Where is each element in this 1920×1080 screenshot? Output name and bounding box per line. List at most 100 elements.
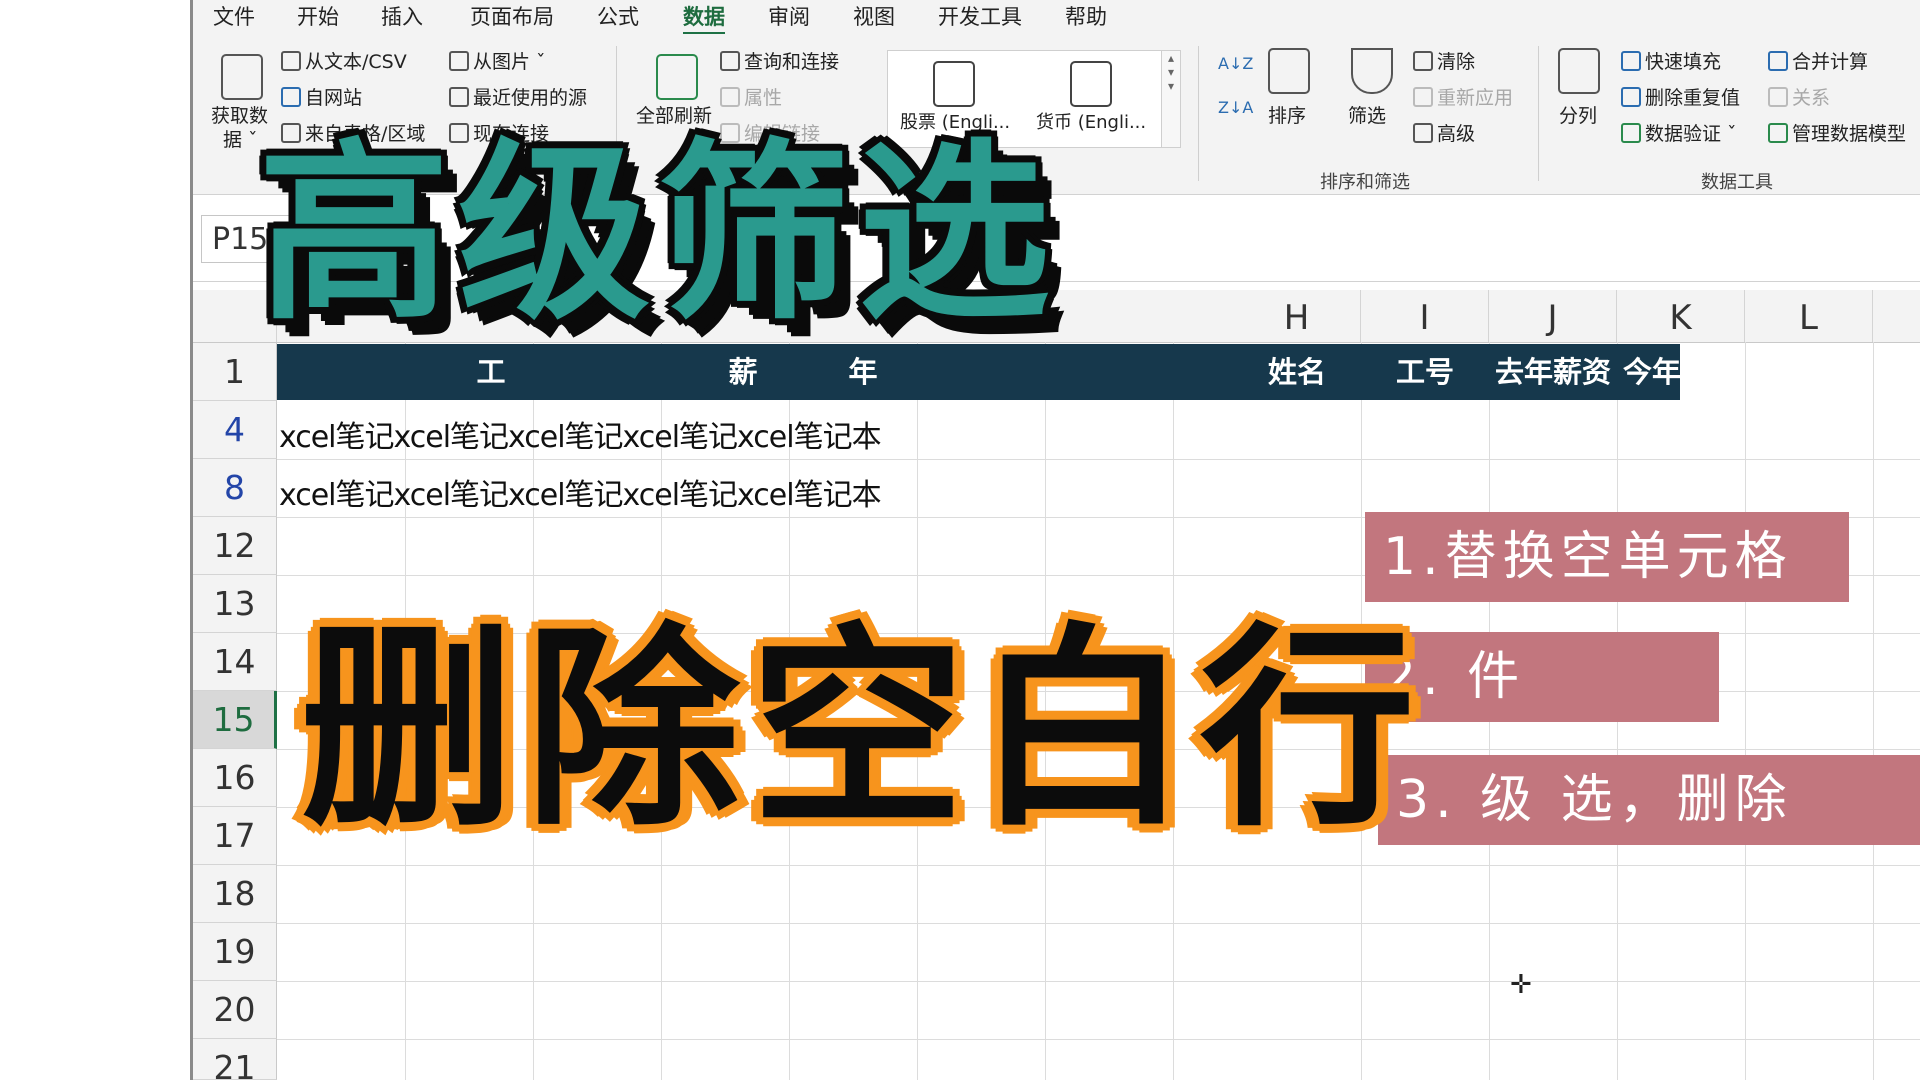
- queries-label: 查询和连接: [744, 51, 840, 73]
- reapply-icon: [1413, 87, 1433, 107]
- grid-line: [1745, 342, 1746, 1080]
- bank-icon: [933, 61, 975, 107]
- data-validation-button[interactable]: 数据验证 ˇ: [1621, 122, 1737, 146]
- row-header-12[interactable]: 12: [193, 517, 277, 575]
- gallery-scroll-icon[interactable]: ▴ ▾ ▾: [1161, 50, 1181, 148]
- flash-fill-label: 快速填充: [1645, 51, 1722, 73]
- manage-data-model-button[interactable]: 管理数据模型: [1768, 122, 1906, 146]
- remove-duplicates-icon: [1621, 87, 1641, 107]
- tab-formulas[interactable]: 公式: [597, 2, 639, 34]
- picture-icon: [449, 51, 469, 71]
- ribbon-tabs: 文件 开始 插入 页面布局 公式 数据 审阅 视图 开发工具 帮助: [193, 0, 1920, 36]
- header-cell-id[interactable]: 工号: [1361, 344, 1489, 400]
- sort-button[interactable]: 排序: [1268, 104, 1306, 128]
- consolidate-label: 合并计算: [1792, 51, 1869, 73]
- row-header-13[interactable]: 13: [193, 575, 277, 633]
- tab-home[interactable]: 开始: [297, 2, 339, 34]
- tab-view[interactable]: 视图: [853, 2, 895, 34]
- advanced-filter-button[interactable]: 高级: [1413, 122, 1475, 146]
- row-header-21[interactable]: 21: [193, 1039, 277, 1080]
- ribbon-separator: [1538, 46, 1539, 181]
- column-header-k[interactable]: K: [1617, 290, 1745, 342]
- tab-file[interactable]: 文件: [213, 2, 255, 34]
- data-validation-label: 数据验证 ˇ: [1645, 123, 1737, 145]
- sort-ascending-button[interactable]: A↓Z: [1218, 52, 1253, 76]
- sort-filter-group-label: 排序和筛选: [1320, 172, 1410, 193]
- from-picture-button[interactable]: 从图片 ˇ: [449, 50, 546, 74]
- grid-line: [1873, 342, 1874, 1080]
- row-header-8[interactable]: 8: [193, 459, 277, 517]
- recent-sources-button[interactable]: 最近使用的源: [449, 86, 587, 110]
- relationships-button[interactable]: 关系: [1768, 86, 1830, 110]
- header-cell-this-year-salary[interactable]: 今年薪资: [1617, 344, 1745, 400]
- text-to-columns-button[interactable]: 分列: [1559, 104, 1597, 128]
- row-header-4[interactable]: 4: [193, 401, 277, 459]
- relationships-icon: [1768, 87, 1788, 107]
- tab-help[interactable]: 帮助: [1065, 2, 1107, 34]
- step-badge-3: 3. 级 选，删除: [1378, 755, 1920, 845]
- remove-duplicates-button[interactable]: 删除重复值: [1621, 86, 1740, 110]
- manage-data-model-label: 管理数据模型: [1792, 123, 1907, 145]
- row-header-19[interactable]: 19: [193, 923, 277, 981]
- sort-descending-button[interactable]: Z↓A: [1218, 96, 1253, 120]
- row-header-14[interactable]: 14: [193, 633, 277, 691]
- relationships-label: 关系: [1792, 87, 1831, 109]
- tab-data[interactable]: 数据: [683, 2, 725, 36]
- header-cell-name[interactable]: 姓名: [1233, 344, 1361, 400]
- database-icon: [221, 54, 263, 100]
- row-header-18[interactable]: 18: [193, 865, 277, 923]
- advanced-filter-icon: [1413, 123, 1433, 143]
- recent-sources-label: 最近使用的源: [473, 87, 588, 109]
- row-header-1[interactable]: 1: [193, 343, 277, 401]
- filter-icon: [1351, 48, 1393, 94]
- background-margin: [0, 0, 190, 1080]
- row-8-text[interactable]: xcel笔记xcel笔记xcel笔记xcel笔记xcel笔记本: [279, 470, 882, 514]
- consolidate-icon: [1768, 51, 1788, 71]
- header-cell-last-year-salary[interactable]: 去年薪资: [1489, 344, 1617, 400]
- column-header-l[interactable]: L: [1745, 290, 1873, 342]
- filter-button[interactable]: 筛选: [1348, 104, 1386, 128]
- grid-line: [277, 865, 1920, 866]
- header-cell-partial[interactable]: 工: [461, 344, 521, 400]
- get-data-dropdown[interactable]: 据 ˇ: [223, 128, 258, 152]
- clear-label: 清除: [1437, 51, 1476, 73]
- row-header-16[interactable]: 16: [193, 749, 277, 807]
- data-validation-icon: [1621, 123, 1641, 143]
- ribbon-separator: [1198, 46, 1199, 181]
- tab-page-layout[interactable]: 页面布局: [470, 2, 554, 34]
- column-header-h[interactable]: H: [1233, 290, 1361, 342]
- recent-file-icon: [449, 87, 469, 107]
- tab-insert[interactable]: 插入: [381, 2, 423, 34]
- tab-review[interactable]: 审阅: [768, 2, 810, 34]
- clear-button[interactable]: 清除: [1413, 50, 1475, 74]
- reapply-button[interactable]: 重新应用: [1413, 86, 1513, 110]
- clear-filter-icon: [1413, 51, 1433, 71]
- text-file-icon: [281, 51, 301, 71]
- grid-line: [277, 1039, 1920, 1040]
- header-cell-partial[interactable]: 年: [833, 344, 893, 400]
- overlay-title-advanced-filter: 高级筛选: [258, 123, 1058, 346]
- properties-icon: [720, 87, 740, 107]
- grid-line: [277, 459, 1920, 460]
- column-header-j[interactable]: J: [1489, 290, 1617, 342]
- consolidate-button[interactable]: 合并计算: [1768, 50, 1868, 74]
- from-text-csv-button[interactable]: 从文本/CSV: [281, 50, 407, 74]
- row-header-17[interactable]: 17: [193, 807, 277, 865]
- row-4-text[interactable]: xcel笔记xcel笔记xcel笔记xcel笔记xcel笔记本: [279, 412, 882, 456]
- column-header-m[interactable]: M: [1873, 290, 1920, 342]
- row-header-20[interactable]: 20: [193, 981, 277, 1039]
- queries-icon: [720, 51, 740, 71]
- flash-fill-button[interactable]: 快速填充: [1621, 50, 1721, 74]
- column-header-i[interactable]: I: [1361, 290, 1489, 342]
- properties-button[interactable]: 属性: [720, 86, 782, 110]
- flash-fill-icon: [1621, 51, 1641, 71]
- from-picture-label: 从图片 ˇ: [473, 51, 546, 73]
- remove-duplicates-label: 删除重复值: [1645, 87, 1741, 109]
- tab-developer[interactable]: 开发工具: [938, 2, 1022, 34]
- sort-icon: [1268, 48, 1310, 94]
- header-cell-partial[interactable]: 薪: [713, 344, 773, 400]
- from-text-csv-label: 从文本/CSV: [305, 51, 407, 73]
- queries-connections-button[interactable]: 查询和连接: [720, 50, 839, 74]
- row-header-15[interactable]: 15: [193, 691, 277, 749]
- from-web-button[interactable]: 自网站: [281, 86, 362, 110]
